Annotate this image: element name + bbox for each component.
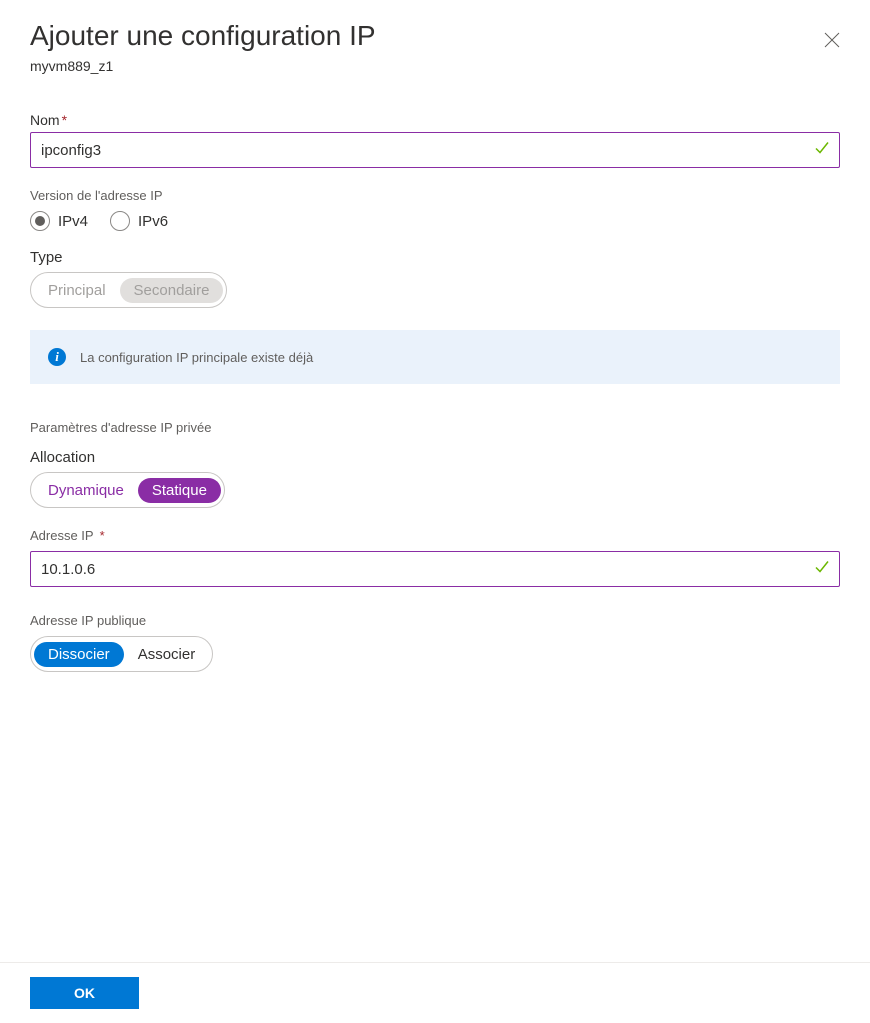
pill-dissocier[interactable]: Dissocier — [34, 642, 124, 667]
radio-circle-icon — [110, 211, 130, 231]
pill-dynamique[interactable]: Dynamique — [34, 478, 138, 503]
radio-circle-icon — [30, 211, 50, 231]
subtitle: myvm889_z1 — [30, 58, 840, 74]
name-input[interactable] — [30, 132, 840, 168]
info-icon: i — [48, 348, 66, 366]
close-icon[interactable] — [824, 20, 840, 52]
radio-ipv6-label: IPv6 — [138, 213, 168, 230]
info-text: La configuration IP principale existe dé… — [80, 350, 313, 365]
type-toggle: Principal Secondaire — [30, 272, 227, 308]
ip-version-label: Version de l'adresse IP — [30, 188, 840, 203]
ip-address-label: Adresse IP* — [30, 528, 840, 543]
private-ip-heading: Paramètres d'adresse IP privée — [30, 420, 840, 435]
pill-associer[interactable]: Associer — [124, 642, 210, 667]
public-ip-toggle: Dissocier Associer — [30, 636, 213, 672]
check-icon — [814, 140, 830, 161]
name-label: Nom* — [30, 112, 840, 128]
public-ip-label: Adresse IP publique — [30, 613, 840, 628]
allocation-toggle: Dynamique Statique — [30, 472, 225, 508]
check-icon — [814, 559, 830, 580]
pill-secondaire[interactable]: Secondaire — [120, 278, 224, 303]
ip-address-input[interactable] — [30, 551, 840, 587]
ok-button[interactable]: OK — [30, 977, 139, 1009]
pill-statique[interactable]: Statique — [138, 478, 221, 503]
radio-ipv4[interactable]: IPv4 — [30, 211, 88, 231]
radio-ipv6[interactable]: IPv6 — [110, 211, 168, 231]
page-title: Ajouter une configuration IP — [30, 20, 376, 52]
pill-principal[interactable]: Principal — [34, 278, 120, 303]
allocation-label: Allocation — [30, 449, 840, 466]
radio-ipv4-label: IPv4 — [58, 213, 88, 230]
info-banner: i La configuration IP principale existe … — [30, 330, 840, 384]
type-label: Type — [30, 249, 840, 266]
